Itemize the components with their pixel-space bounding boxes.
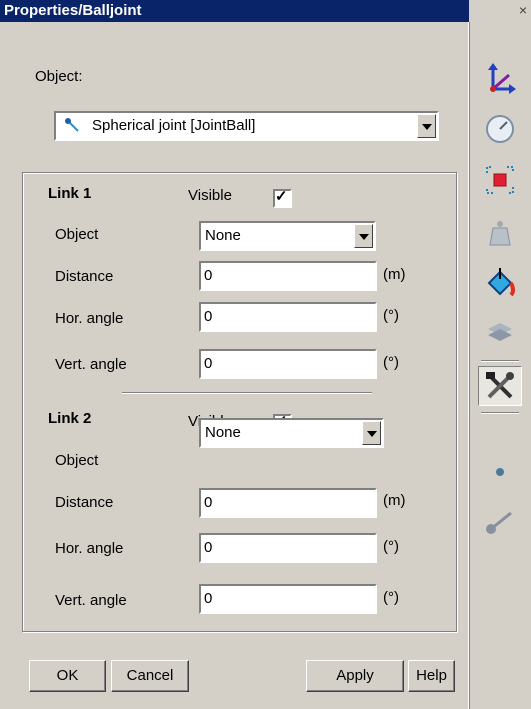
tools-icon[interactable]: [478, 366, 522, 406]
link2-vert-angle-label: Vert. angle: [55, 592, 127, 609]
link2-distance-input[interactable]: 0: [199, 488, 377, 518]
bounding-box-icon[interactable]: [478, 160, 522, 200]
link2-vert-angle-input[interactable]: 0: [199, 584, 377, 614]
link1-vert-angle-value: 0: [204, 355, 213, 372]
link2-distance-label: Distance: [55, 494, 114, 511]
link2-object-value: None: [205, 424, 241, 441]
paint-bucket-icon[interactable]: [478, 262, 522, 302]
link2-hor-angle-input[interactable]: 0: [199, 533, 377, 563]
link1-distance-unit: (m): [383, 266, 406, 283]
link2-hor-angle-unit: (°): [383, 538, 399, 555]
link2-object-label: Object: [55, 452, 99, 469]
chevron-down-icon[interactable]: [354, 224, 373, 248]
close-button[interactable]: ×: [469, 0, 531, 22]
link2-vert-angle-unit: (°): [383, 589, 399, 606]
close-icon[interactable]: ×: [519, 2, 527, 18]
object-label: Object:: [35, 68, 83, 85]
ok-button[interactable]: OK: [29, 660, 106, 692]
chevron-down-icon[interactable]: [417, 114, 436, 138]
help-button[interactable]: Help: [408, 660, 455, 692]
link1-visible-checkbox[interactable]: ✓: [273, 188, 292, 208]
weight-icon[interactable]: [478, 212, 522, 252]
link1-vert-angle-label: Vert. angle: [55, 356, 127, 373]
link1-object-label: Object: [55, 226, 99, 243]
gauge-icon[interactable]: [478, 108, 522, 148]
chevron-down-icon[interactable]: [362, 421, 381, 445]
link2-vert-angle-value: 0: [204, 590, 213, 607]
link1-distance-input[interactable]: 0: [199, 261, 377, 291]
apply-button[interactable]: Apply: [306, 660, 404, 692]
object-select[interactable]: Spherical joint [JointBall]: [54, 111, 439, 141]
link2-hor-angle-value: 0: [204, 539, 213, 556]
link-separator: [122, 392, 372, 394]
link2-distance-value: 0: [204, 494, 213, 511]
link1-object-value: None: [205, 227, 241, 244]
link1-vert-angle-unit: (°): [383, 354, 399, 371]
cancel-button[interactable]: Cancel: [111, 660, 189, 692]
link1-visible-label: Visible: [188, 187, 232, 204]
link1-distance-label: Distance: [55, 268, 114, 285]
toolbar-separator: [481, 360, 519, 362]
link1-vert-angle-input[interactable]: 0: [199, 349, 377, 379]
axes-icon[interactable]: [478, 58, 522, 98]
link2-object-select[interactable]: None: [199, 418, 384, 448]
layers-icon[interactable]: [478, 312, 522, 352]
link2-hor-angle-label: Hor. angle: [55, 540, 124, 557]
link1-title: Link 1: [48, 185, 92, 202]
toolbar-separator: [481, 412, 519, 414]
link-icon[interactable]: [478, 500, 522, 540]
link2-title: Link 2: [48, 410, 92, 427]
link1-hor-angle-value: 0: [204, 308, 213, 325]
object-select-value: Spherical joint [JointBall]: [92, 117, 256, 134]
link1-object-select[interactable]: None: [199, 221, 376, 251]
joint-ball-icon: [65, 118, 79, 132]
checkmark-icon: ✓: [275, 188, 288, 205]
window-title: Properties/Balljoint: [4, 2, 142, 19]
link1-hor-angle-input[interactable]: 0: [199, 302, 377, 332]
link1-hor-angle-label: Hor. angle: [55, 310, 124, 327]
link1-hor-angle-unit: (°): [383, 307, 399, 324]
link1-distance-value: 0: [204, 267, 213, 284]
link2-distance-unit: (m): [383, 492, 406, 509]
joint-ball-icon[interactable]: [478, 452, 522, 492]
title-bar: Properties/Balljoint: [0, 0, 531, 22]
